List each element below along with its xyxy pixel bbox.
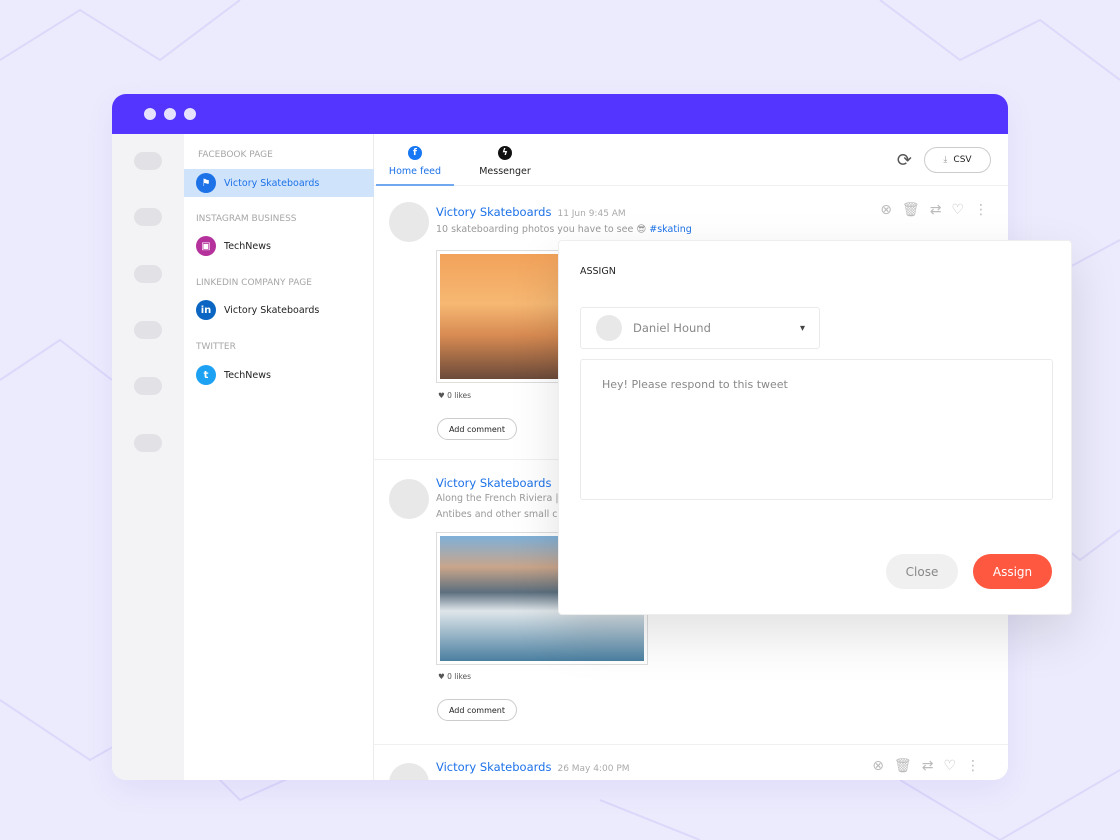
account-name: Victory Skateboards	[224, 304, 320, 316]
heart-icon[interactable]: ♡	[951, 202, 964, 218]
hide-icon[interactable]: ⊗	[880, 202, 892, 218]
section-label: TWITTER	[196, 342, 236, 352]
hashtag-link[interactable]: #skating	[649, 224, 691, 235]
avatar	[389, 479, 429, 519]
add-comment-button[interactable]: Add comment	[437, 418, 517, 440]
window-dot	[184, 108, 196, 120]
avatar	[389, 202, 429, 242]
trash-icon[interactable]: 🗑	[894, 758, 912, 774]
likes-count: ♥ 0 likes	[438, 391, 471, 400]
chevron-down-icon: ▾	[799, 322, 805, 334]
avatar	[389, 763, 429, 780]
post-date: 11 Jun 9:45 AM	[557, 209, 626, 219]
nav-item[interactable]	[134, 434, 162, 452]
post-actions: ⊗ 🗑 ⇄ ♡ ⋮	[880, 202, 988, 218]
account-facebook-victory[interactable]: ⚑ Victory Skateboards	[184, 169, 374, 197]
account-linkedin-victory[interactable]: in Victory Skateboards	[184, 296, 374, 324]
tab-label: Messenger	[479, 166, 531, 177]
post-author[interactable]: Victory Skateboards 11 Jun 9:45 AM	[436, 205, 626, 219]
section-label: INSTAGRAM BUSINESS	[196, 214, 297, 224]
section-label: FACEBOOK PAGE	[198, 150, 273, 160]
post-text-line: Along the French Riviera | F	[436, 493, 568, 504]
close-button[interactable]: Close	[886, 554, 958, 589]
post-author[interactable]: Victory Skateboards4	[436, 476, 563, 490]
facebook-icon: f	[408, 146, 422, 160]
post-author[interactable]: Victory Skateboards 26 May 4:00 PM	[436, 760, 630, 774]
likes-text: 0 likes	[447, 391, 472, 400]
tab-label: Home feed	[388, 166, 442, 177]
download-icon: ⤓	[943, 155, 948, 165]
refresh-icon[interactable]: ⟳	[897, 150, 912, 171]
trash-icon[interactable]: 🗑	[902, 202, 920, 218]
account-name: TechNews	[224, 240, 271, 252]
title-bar	[112, 94, 1008, 134]
dialog-title: ASSIGN	[580, 266, 616, 277]
more-icon[interactable]: ⋮	[974, 202, 988, 218]
post-text-line: Antibes and other small citi	[436, 509, 567, 520]
twitter-icon: t	[196, 365, 216, 385]
post-text-body: 10 skateboarding photos you have to see …	[436, 224, 647, 235]
retweet-icon[interactable]: ⇄	[922, 758, 934, 774]
nav-item[interactable]	[134, 321, 162, 339]
add-comment-button[interactable]: Add comment	[437, 699, 517, 721]
message-textarea[interactable]: Hey! Please respond to this tweet	[580, 359, 1053, 500]
csv-export-button[interactable]: ⤓ CSV	[924, 147, 991, 173]
linkedin-icon: in	[196, 300, 216, 320]
likes-text: 0 likes	[447, 672, 472, 681]
nav-item[interactable]	[134, 152, 162, 170]
window-dot	[144, 108, 156, 120]
likes-count: ♥ 0 likes	[438, 672, 471, 681]
section-label: LINKEDIN COMPANY PAGE	[196, 278, 312, 288]
hide-icon[interactable]: ⊗	[872, 758, 884, 774]
window-dot	[164, 108, 176, 120]
nav-rail	[112, 134, 184, 780]
messenger-icon: ϟ	[498, 146, 512, 160]
assignee-select[interactable]: Daniel Hound ▾	[580, 307, 820, 349]
flag-icon: ⚑	[196, 173, 216, 193]
author-link[interactable]: Victory Skateboards	[436, 476, 551, 490]
tab-bar: f Home feed ϟ Messenger ⟳ ⤓ CSV	[374, 134, 1008, 186]
post-date: 26 May 4:00 PM	[557, 764, 630, 774]
account-instagram-technews[interactable]: ▣ TechNews	[184, 232, 374, 260]
post-text: 10 skateboarding photos you have to see …	[436, 222, 692, 238]
author-link[interactable]: Victory Skateboards	[436, 205, 551, 219]
assign-dialog: ASSIGN Daniel Hound ▾ Hey! Please respond…	[558, 240, 1072, 615]
heart-filled-icon: ♥	[438, 672, 445, 681]
account-name: TechNews	[224, 369, 271, 381]
post: Victory Skateboards 26 May 4:00 PM ⊗ 🗑 ⇄ ♡ ⋮	[374, 745, 1008, 780]
assign-button[interactable]: Assign	[973, 554, 1052, 589]
tab-messenger[interactable]: ϟ Messenger	[466, 144, 544, 177]
heart-icon[interactable]: ♡	[943, 758, 956, 774]
tab-home-feed[interactable]: f Home feed	[376, 144, 454, 186]
nav-item[interactable]	[134, 377, 162, 395]
author-link[interactable]: Victory Skateboards	[436, 760, 551, 774]
account-name: Victory Skateboards	[224, 177, 320, 189]
assignee-name: Daniel Hound	[633, 321, 711, 335]
nav-item[interactable]	[134, 208, 162, 226]
account-twitter-technews[interactable]: t TechNews	[184, 361, 374, 389]
more-icon[interactable]: ⋮	[966, 758, 980, 774]
post-actions: ⊗ 🗑 ⇄ ♡ ⋮	[872, 758, 980, 774]
briefcase-icon: ▣	[196, 236, 216, 256]
nav-item[interactable]	[134, 265, 162, 283]
heart-filled-icon: ♥	[438, 391, 445, 400]
assignee-avatar	[596, 315, 622, 341]
accounts-sidebar: FACEBOOK PAGE ⚑ Victory Skateboards INSTA…	[184, 134, 374, 780]
csv-label: CSV	[953, 155, 972, 165]
retweet-icon[interactable]: ⇄	[930, 202, 942, 218]
